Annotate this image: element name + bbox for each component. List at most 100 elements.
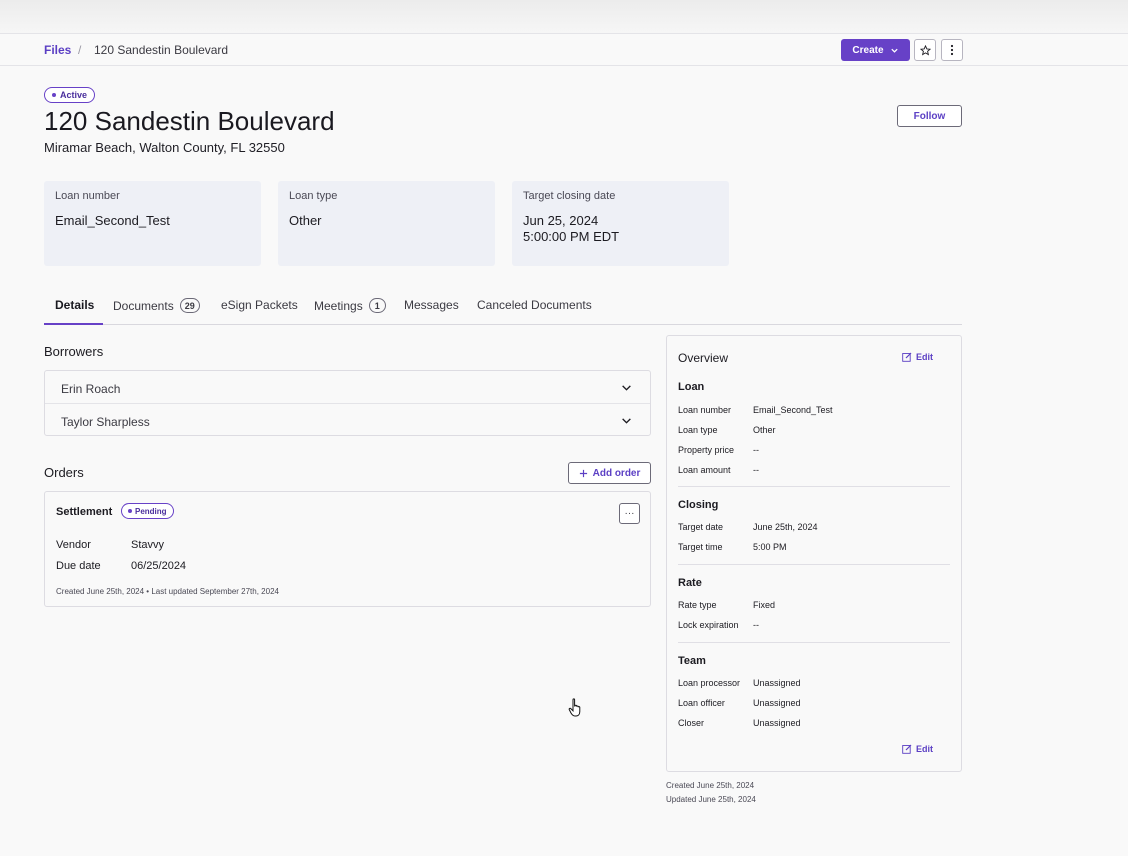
order-due-date: Due date 06/25/2024 — [56, 560, 186, 572]
overview-section-loan: Loan — [678, 381, 705, 393]
overview-value: Fixed — [753, 600, 776, 610]
edit-label: Edit — [916, 744, 933, 754]
overview-key: Target date — [678, 522, 724, 532]
card-label: Loan type — [289, 190, 338, 202]
created-date: Created June 25th, 2024 — [666, 781, 755, 790]
tab-label: Details — [55, 298, 95, 312]
pointer-cursor-icon — [568, 698, 581, 717]
borrowers-heading: Borrowers — [44, 344, 104, 359]
overview-value: 5:00 PM — [753, 542, 787, 552]
borrower-name: Taylor Sharpless — [61, 415, 150, 429]
create-button[interactable]: Create — [841, 39, 910, 61]
overview-section-closing: Closing — [678, 499, 719, 511]
target-closing-date-card: Target closing date Jun 25, 2024 5:00:00… — [512, 181, 729, 266]
overview-section-rate: Rate — [678, 577, 702, 589]
tab-documents[interactable]: Documents 29 — [113, 298, 200, 313]
overview-row: Closer Unassigned — [678, 718, 801, 728]
overview-row: Target date June 25th, 2024 — [678, 522, 818, 532]
tab-count-badge: 29 — [179, 298, 200, 313]
edit-icon — [902, 744, 912, 754]
tab-details[interactable]: Details — [55, 298, 94, 312]
order-vendor: Vendor Stavvy — [56, 539, 164, 551]
top-bar: Files / 120 Sandestin Boulevard Create — [0, 34, 1128, 66]
order-title: Settlement — [56, 506, 113, 518]
chevron-down-icon — [622, 385, 631, 391]
order-vendor-label: Vendor — [56, 539, 91, 551]
add-order-label: Add order — [592, 467, 641, 479]
divider — [678, 564, 950, 565]
overview-value: -- — [753, 445, 759, 455]
breadcrumb-files-link[interactable]: Files — [44, 43, 71, 57]
order-more-button[interactable]: ··· — [619, 503, 640, 524]
overview-row: Loan officer Unassigned — [678, 698, 801, 708]
loan-type-card: Loan type Other — [278, 181, 495, 266]
overview-panel: Overview Edit Loan Loan number Email_Seco… — [666, 335, 962, 772]
card-label: Target closing date — [523, 190, 616, 202]
overview-value: Email_Second_Test — [753, 405, 833, 415]
follow-button[interactable]: Follow — [897, 105, 962, 127]
tab-bar: Details Documents 29 eSign Packets Meeti… — [44, 287, 962, 325]
borrowers-list: Erin Roach Taylor Sharpless — [44, 370, 651, 436]
orders-heading: Orders — [44, 465, 84, 480]
page-title: 120 Sandestin Boulevard — [44, 106, 335, 136]
overview-key: Loan type — [678, 425, 718, 435]
overview-row: Target time 5:00 PM — [678, 542, 787, 552]
order-meta: Created June 25th, 2024 • Last updated S… — [56, 587, 279, 596]
overview-value: June 25th, 2024 — [753, 522, 818, 532]
tab-meetings[interactable]: Meetings 1 — [314, 298, 386, 313]
overview-key: Loan amount — [678, 465, 731, 475]
divider — [678, 642, 950, 643]
tab-esign-packets[interactable]: eSign Packets — [221, 298, 298, 312]
overview-key: Target time — [678, 542, 723, 552]
card-value: Other — [289, 213, 322, 228]
tab-label: Documents — [113, 298, 174, 313]
loan-number-card: Loan number Email_Second_Test — [44, 181, 261, 266]
edit-label: Edit — [916, 352, 933, 362]
tab-canceled-documents[interactable]: Canceled Documents — [477, 298, 592, 312]
tab-label: Meetings — [314, 298, 363, 313]
card-label: Loan number — [55, 190, 120, 202]
order-card: Settlement Pending ··· Vendor Stavvy Due … — [44, 491, 651, 607]
status-badge: Active — [44, 87, 96, 103]
overview-value: Other — [753, 425, 776, 435]
favorite-button[interactable] — [914, 39, 936, 61]
add-order-button[interactable]: Add order — [568, 462, 651, 484]
order-status-badge: Pending — [121, 503, 174, 519]
order-due-label: Due date — [56, 560, 101, 572]
star-icon — [919, 44, 931, 55]
updated-date: Updated June 25th, 2024 — [666, 795, 756, 804]
overview-section-team: Team — [678, 655, 706, 667]
status-dot-icon — [128, 509, 132, 513]
borrower-row[interactable]: Erin Roach — [45, 371, 650, 403]
overview-value: -- — [753, 465, 759, 475]
plus-icon — [579, 469, 587, 477]
overview-row: Loan processor Unassigned — [678, 678, 801, 688]
overview-key: Loan officer — [678, 698, 725, 708]
more-actions-button[interactable] — [941, 39, 963, 61]
borrower-row[interactable]: Taylor Sharpless — [45, 403, 650, 435]
edit-icon — [902, 352, 912, 362]
tab-label: Messages — [404, 298, 459, 312]
overview-row: Property price -- — [678, 445, 759, 455]
tab-label: Canceled Documents — [477, 298, 592, 312]
team-edit-button[interactable]: Edit — [902, 744, 933, 754]
overview-key: Lock expiration — [678, 620, 739, 630]
overview-key: Closer — [678, 718, 705, 728]
overview-row: Rate type Fixed — [678, 600, 775, 610]
overview-key: Rate type — [678, 600, 717, 610]
tab-messages[interactable]: Messages — [404, 298, 459, 312]
overview-edit-button[interactable]: Edit — [902, 352, 933, 362]
overview-row: Lock expiration -- — [678, 620, 759, 630]
more-vertical-icon — [950, 44, 954, 56]
page-subtitle-address: Miramar Beach, Walton County, FL 32550 — [44, 140, 285, 155]
closing-date: Jun 25, 2024 — [523, 213, 599, 228]
card-value: Email_Second_Test — [55, 213, 170, 228]
breadcrumb-separator: / — [78, 43, 82, 57]
active-tab-indicator — [44, 323, 103, 325]
divider — [678, 486, 950, 487]
overview-key: Property price — [678, 445, 735, 455]
overview-value: -- — [753, 620, 759, 630]
overview-value: Unassigned — [753, 698, 801, 708]
overview-row: Loan amount -- — [678, 465, 759, 475]
chevron-down-icon — [622, 418, 631, 424]
